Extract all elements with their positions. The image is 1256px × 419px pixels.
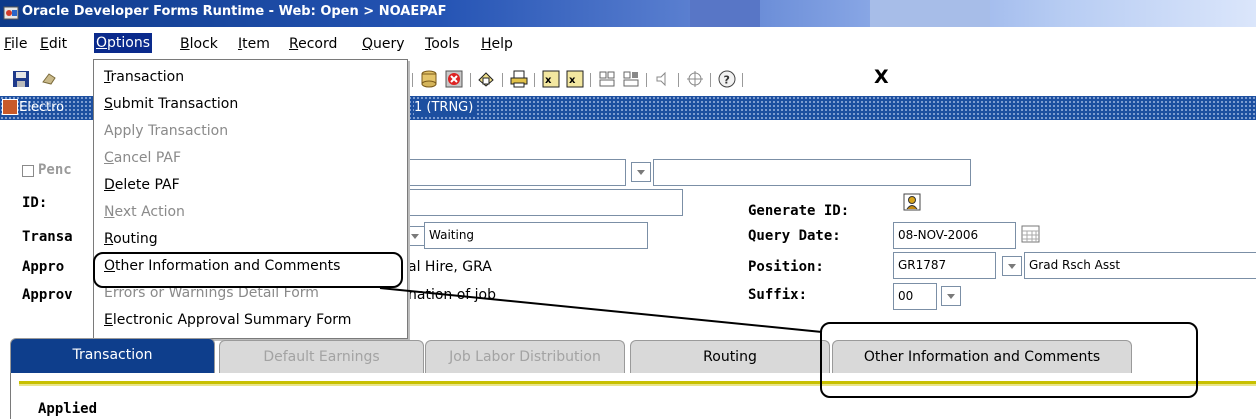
- pending-field[interactable]: [405, 159, 626, 186]
- toolbar-separator: [534, 73, 535, 87]
- status-dropdown[interactable]: [405, 226, 425, 246]
- menu-item[interactable]: Item: [238, 36, 270, 52]
- toolbar-separator: [678, 73, 679, 87]
- position-field[interactable]: GR1787: [893, 252, 996, 279]
- toolbar-separator: [710, 73, 711, 87]
- calendar-icon[interactable]: [1021, 225, 1040, 243]
- approval-type-text: nation of job: [408, 287, 497, 303]
- id-field[interactable]: [405, 189, 683, 216]
- menu-option-routing[interactable]: Routing: [104, 231, 158, 247]
- previous-block-icon[interactable]: [598, 70, 616, 88]
- previous-record-icon[interactable]: x: [542, 70, 560, 88]
- svg-text:x: x: [545, 75, 552, 86]
- menu-option-apply-transaction[interactable]: Apply Transaction: [104, 123, 228, 139]
- menu-record[interactable]: Record: [289, 36, 337, 52]
- toolbar-separator: [412, 73, 413, 87]
- menu-bar: File Edit Options Block Item Record Quer…: [0, 27, 1256, 60]
- generate-id-label: Generate ID:: [748, 203, 850, 219]
- save-icon[interactable]: [12, 70, 30, 88]
- tab-routing[interactable]: Routing: [630, 340, 830, 373]
- pending-checkbox[interactable]: [22, 165, 34, 177]
- title-bar: Oracle Developer Forms Runtime - Web: Op…: [0, 0, 1256, 27]
- svg-text:?: ?: [724, 74, 730, 87]
- menu-options[interactable]: Options: [94, 33, 153, 53]
- pending-dropdown[interactable]: [631, 162, 651, 182]
- menu-file[interactable]: File: [4, 36, 27, 52]
- help-icon[interactable]: ?: [718, 70, 736, 88]
- toolbar-separator: [590, 73, 591, 87]
- svg-text:x: x: [569, 75, 576, 86]
- callout-tab-highlight: [820, 322, 1198, 398]
- print-icon[interactable]: [510, 70, 528, 88]
- query-date-label: Query Date:: [748, 228, 841, 244]
- rollback-icon[interactable]: [40, 70, 58, 88]
- menu-query[interactable]: Query: [362, 36, 405, 52]
- crosshair-icon[interactable]: [686, 70, 704, 88]
- approval-type-label: Approv: [22, 287, 73, 303]
- query-date-field[interactable]: 08-NOV-2006: [893, 222, 1016, 249]
- menu-help[interactable]: Help: [481, 36, 513, 52]
- options-menu: Transaction Submit Transaction Apply Tra…: [93, 59, 408, 339]
- form-icon: [2, 99, 18, 115]
- approval-category-label: Appro: [22, 259, 65, 275]
- exit-button[interactable]: X: [874, 66, 889, 88]
- delete-record-icon[interactable]: [445, 70, 463, 88]
- tab-job-labor-distribution[interactable]: Job Labor Distribution: [425, 340, 625, 373]
- suffix-label: Suffix:: [748, 287, 808, 303]
- id-label: ID:: [22, 195, 48, 211]
- menu-block[interactable]: Block: [180, 36, 218, 52]
- toolbar-separator: [742, 73, 743, 87]
- status-field[interactable]: Waiting: [424, 222, 648, 249]
- tab-transaction[interactable]: Transaction: [10, 338, 215, 374]
- position-label: Position:: [748, 259, 824, 275]
- generate-id-icon[interactable]: [903, 193, 921, 211]
- window-title: Oracle Developer Forms Runtime - Web: Op…: [22, 4, 447, 19]
- title-bar-segment: [870, 0, 990, 27]
- pending-description-field[interactable]: [653, 159, 971, 186]
- form-title-left: Electro: [19, 100, 65, 115]
- toolbar-separator: [646, 73, 647, 87]
- toolbar-separator: [470, 73, 471, 87]
- speaker-icon[interactable]: [654, 70, 672, 88]
- menu-tools[interactable]: Tools: [425, 36, 460, 52]
- oracle-forms-icon: [3, 6, 19, 20]
- menu-option-submit-transaction[interactable]: Submit Transaction: [104, 96, 238, 112]
- pending-label: Penc: [38, 162, 72, 178]
- form-title-right: 1 (TRNG): [414, 100, 478, 115]
- menu-option-approval-summary[interactable]: Electronic Approval Summary Form: [104, 312, 351, 328]
- suffix-dropdown[interactable]: [941, 286, 961, 306]
- next-record-icon[interactable]: x: [566, 70, 584, 88]
- menu-option-next-action[interactable]: Next Action: [104, 204, 185, 220]
- next-block-icon[interactable]: [622, 70, 640, 88]
- suffix-field[interactable]: 00: [893, 283, 937, 310]
- approval-category-text: al Hire, GRA: [408, 259, 492, 275]
- position-title-field[interactable]: Grad Rsch Asst: [1024, 252, 1256, 279]
- tab-default-earnings[interactable]: Default Earnings: [219, 340, 424, 373]
- menu-option-transaction[interactable]: Transaction: [104, 69, 184, 85]
- position-dropdown[interactable]: [1002, 256, 1022, 276]
- title-bar-segment: [690, 0, 760, 27]
- callout-menu-highlight: [93, 252, 403, 288]
- menu-option-cancel-paf[interactable]: Cancel PAF: [104, 150, 181, 166]
- enter-query-icon[interactable]: [477, 70, 495, 88]
- menu-option-delete-paf[interactable]: Delete PAF: [104, 177, 180, 193]
- insert-record-icon[interactable]: [420, 70, 438, 88]
- transaction-label: Transa: [22, 229, 73, 245]
- menu-edit[interactable]: Edit: [40, 36, 67, 52]
- toolbar-separator: [502, 73, 503, 87]
- applied-label: Applied: [38, 401, 98, 417]
